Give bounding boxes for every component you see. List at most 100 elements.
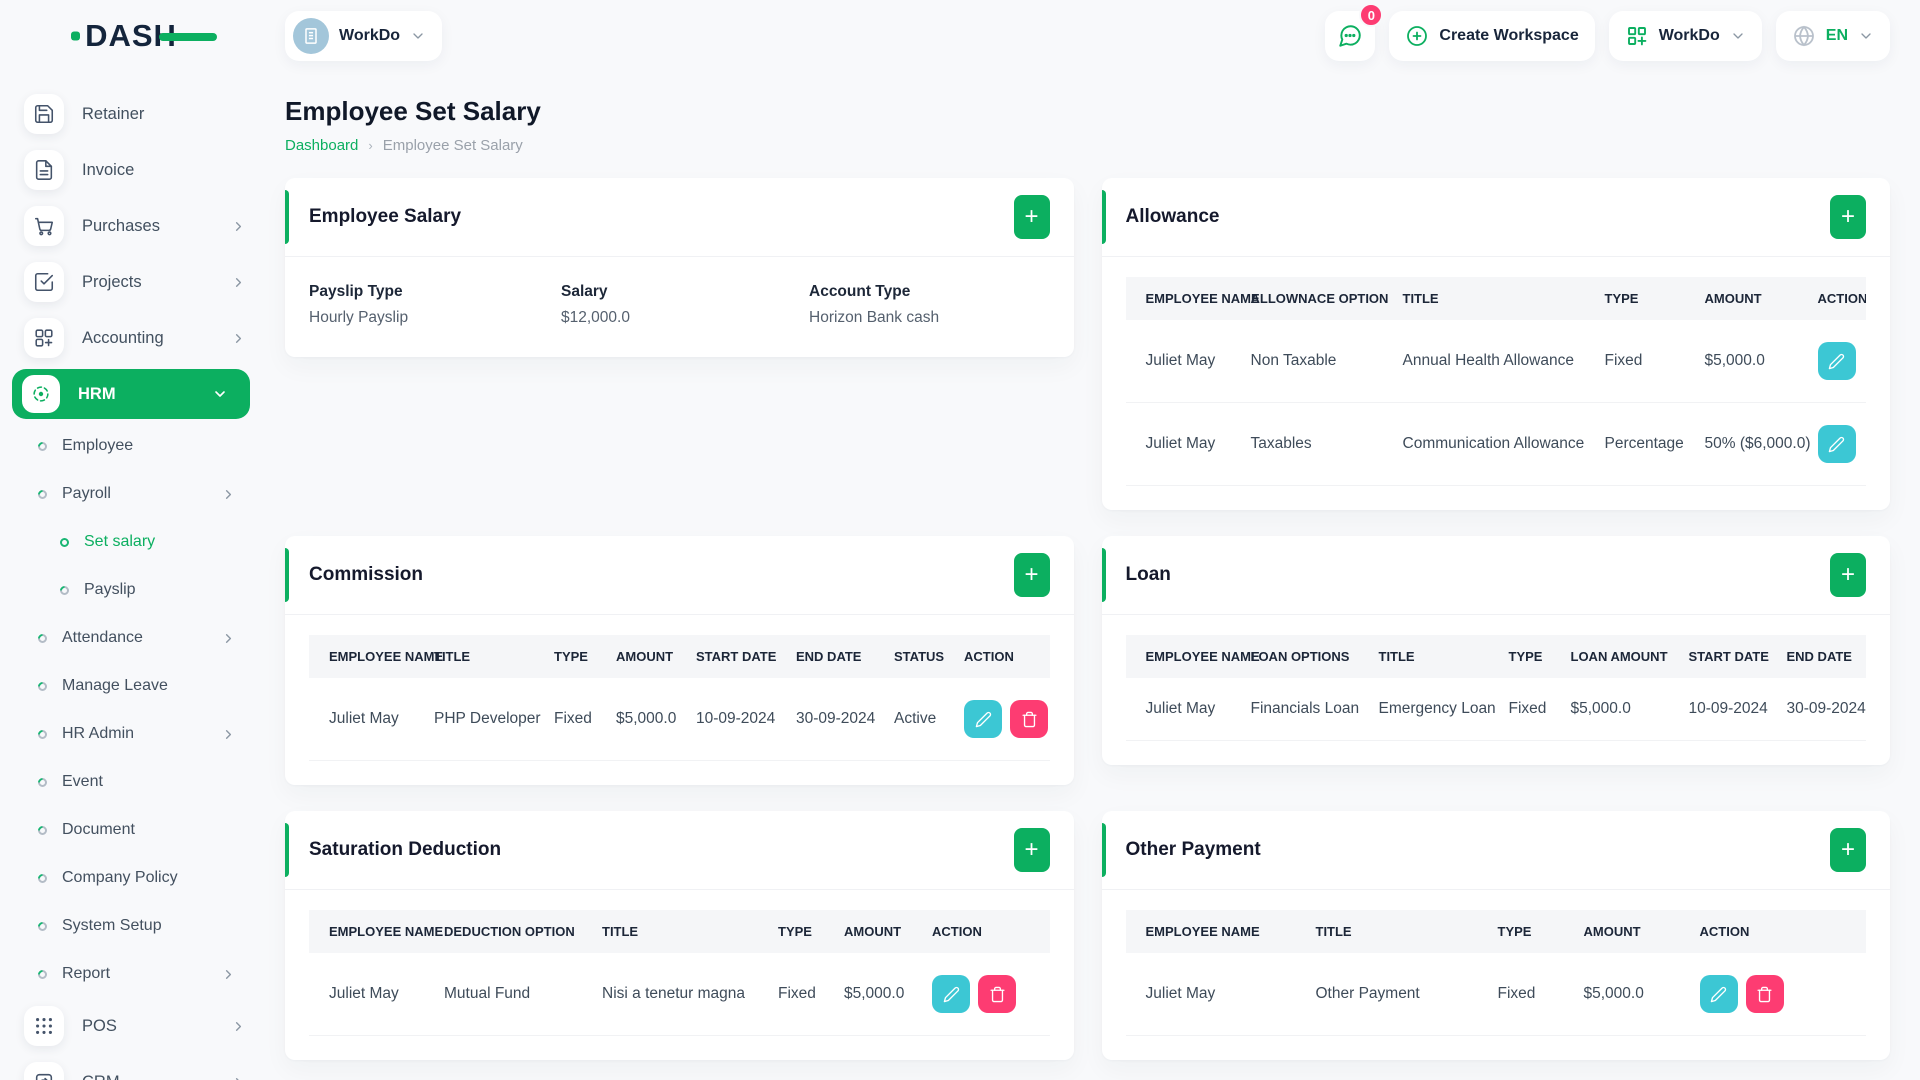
bullet-icon (58, 583, 71, 597)
sidebar-item-label: Document (62, 821, 135, 838)
edit-button[interactable] (932, 975, 970, 1013)
edit-button[interactable] (1817, 342, 1856, 380)
sidebar-item-label: Payslip (84, 581, 136, 598)
sidebar-item-retainer[interactable]: Retainer (0, 86, 262, 142)
building-icon (305, 28, 317, 44)
dash-logo[interactable]: DASH (69, 18, 217, 54)
sidebar-item-report[interactable]: Report (0, 950, 262, 998)
card-header: Commission + (285, 536, 1074, 615)
pencil-icon (1710, 986, 1727, 1003)
breadcrumb-current: Employee Set Salary (382, 137, 523, 154)
sidebar-item-invoice[interactable]: Invoice (0, 142, 262, 198)
chevron-right-icon (231, 1075, 246, 1080)
sidebar-item-label: Manage Leave (62, 677, 168, 694)
breadcrumb-dashboard-link[interactable]: Dashboard (285, 137, 358, 154)
table-cell: Mutual Fund (444, 953, 602, 1036)
bullet-icon (36, 439, 49, 453)
action-cell (932, 953, 1050, 1036)
field-value: Hourly Payslip (309, 309, 409, 326)
table-row: Juliet May Non Taxable Annual Health Allow… (1125, 320, 1866, 403)
sidebar-item-purchases[interactable]: Purchases (0, 198, 262, 254)
employee-salary-fields: Payslip Type Hourly Payslip Salary $12,000.… (285, 257, 1074, 357)
delete-button[interactable] (1010, 700, 1048, 738)
add-commission-button[interactable]: + (1013, 553, 1050, 597)
sidebar-item-hrm[interactable]: HRM (12, 369, 250, 419)
action-cell (1817, 402, 1866, 486)
commission-card: Commission + EMPLOYEE NAME TITLE TYPE AMOUN… (285, 536, 1074, 785)
sidebar-item-crm[interactable]: CRM (0, 1054, 262, 1080)
sidebar-item-company-policy[interactable]: Company Policy (0, 854, 262, 902)
sidebar-item-manage-leave[interactable]: Manage Leave (0, 662, 262, 710)
field-label: Account Type (809, 283, 911, 300)
add-saturation-deduction-button[interactable]: + (1013, 828, 1050, 872)
create-workspace-button[interactable]: Create Workspace (1389, 11, 1595, 61)
sidebar-item-payroll[interactable]: Payroll (0, 470, 262, 518)
table-row: Juliet May Financials Loan Emergency Loan F… (1125, 678, 1866, 741)
purchases-icon (24, 206, 64, 246)
messages-button[interactable]: 0 (1325, 3, 1384, 61)
column-header: EMPLOYEE NAME (1125, 277, 1260, 320)
sidebar-item-attendance[interactable]: Attendance (0, 614, 262, 662)
apps-dropdown[interactable]: WorkDo (1608, 11, 1762, 61)
language-dropdown[interactable]: EN (1775, 11, 1890, 61)
other-payment-card: Other Payment + EMPLOYEE NAME TITLE TYPE AM… (1101, 811, 1890, 1060)
column-header: START DATE (1688, 635, 1787, 678)
edit-button[interactable] (964, 700, 1002, 738)
sidebar-item-document[interactable]: Document (0, 806, 262, 854)
commission-data-table: EMPLOYEE NAME TITLE TYPE AMOUNT START DATE EN… (309, 635, 1050, 761)
edit-button[interactable] (1817, 425, 1856, 463)
allowance-table: EMPLOYEE NAME ALLOWNACE OPTION TITLE TYPE AM… (1125, 277, 1866, 486)
column-header: TYPE (1508, 635, 1571, 678)
table-header-row: EMPLOYEE NAME TITLE TYPE AMOUNT START DATE EN… (309, 635, 1050, 678)
sidebar-item-hr-admin[interactable]: HR Admin (0, 710, 262, 758)
sidebar-item-system-setup[interactable]: System Setup (0, 902, 262, 950)
card-header: Allowance + (1101, 178, 1890, 257)
table-cell: Juliet May (1125, 320, 1251, 403)
breadcrumb: Dashboard › Employee Set Salary (285, 137, 1890, 154)
sidebar-item-set-salary[interactable]: Set salary (0, 518, 262, 566)
chevron-right-icon (221, 967, 236, 982)
add-loan-button[interactable]: + (1830, 553, 1866, 597)
sidebar-item-projects[interactable]: Projects (0, 254, 262, 310)
add-employee-salary-button[interactable]: + (1013, 195, 1050, 239)
delete-button[interactable] (1745, 975, 1784, 1013)
table-cell: 30-09-2024 (796, 678, 894, 761)
chevron-right-icon (221, 727, 236, 742)
edit-button[interactable] (1699, 975, 1738, 1013)
table-cell: Nisi a tenetur magna (602, 953, 778, 1036)
table-header-row: EMPLOYEE NAME DEDUCTION OPTION TITLE TYPE AM… (309, 910, 1050, 953)
create-workspace-label: Create Workspace (1439, 27, 1579, 44)
other-payment-table: EMPLOYEE NAME TITLE TYPE AMOUNT ACTION Juliet… (1125, 910, 1866, 1036)
sidebar-item-accounting[interactable]: Accounting (0, 310, 262, 366)
loan-data-table: EMPLOYEE NAME LOAN OPTIONS TITLE TYPE LOAN A… (1125, 635, 1866, 741)
table-cell: Other Payment (1315, 953, 1498, 1036)
sidebar-item-pos[interactable]: POS (0, 998, 262, 1054)
field-value: $12,000.0 (561, 309, 630, 326)
workspace-switcher[interactable]: WorkDo (285, 11, 443, 61)
commission-table: EMPLOYEE NAME TITLE TYPE AMOUNT START DATE EN… (309, 635, 1050, 761)
sidebar-item-employee[interactable]: Employee (0, 422, 262, 470)
column-header: LOAN OPTIONS (1250, 635, 1379, 678)
bullet-icon (36, 727, 49, 741)
column-header: AMOUNT (844, 910, 932, 953)
hrm-icon (22, 375, 60, 413)
sidebar-item-label: Report (62, 965, 111, 982)
table-cell: $5,000.0 (616, 678, 696, 761)
delete-button[interactable] (978, 975, 1016, 1013)
sidebar-item-label: HR Admin (62, 725, 135, 742)
sidebar-item-event[interactable]: Event (0, 758, 262, 806)
table-header-row: EMPLOYEE NAME ALLOWNACE OPTION TITLE TYPE AM… (1125, 277, 1866, 320)
pencil-icon (943, 986, 960, 1003)
card-header: Loan + (1101, 536, 1890, 615)
loan-table: EMPLOYEE NAME LOAN OPTIONS TITLE TYPE LOAN A… (1125, 635, 1866, 741)
add-other-payment-button[interactable]: + (1830, 828, 1866, 872)
add-allowance-button[interactable]: + (1830, 195, 1866, 239)
sidebar-item-payslip[interactable]: Payslip (0, 566, 262, 614)
table-cell: 50% ($6,000.0) (1704, 402, 1818, 486)
column-header: TITLE (1402, 277, 1605, 320)
card-row-1: Employee Salary + Payslip Type Hourly Pay… (285, 178, 1890, 510)
accounting-icon (24, 318, 64, 358)
column-header: ACTION (1699, 910, 1866, 953)
allowance-data-table: EMPLOYEE NAME ALLOWNACE OPTION TITLE TYPE AM… (1125, 277, 1866, 486)
allowance-card: Allowance + EMPLOYEE NAME ALLOWNACE OPTIO… (1101, 178, 1890, 510)
